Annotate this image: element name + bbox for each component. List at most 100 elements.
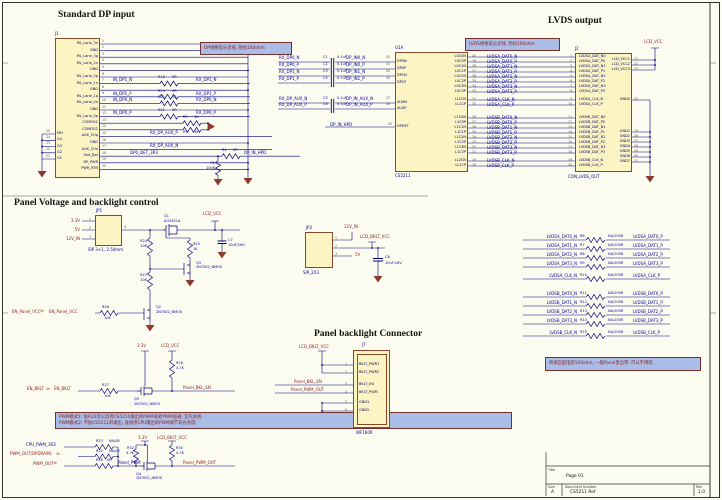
power-label-5v: 5V [355, 251, 361, 257]
pin-number: 26 [472, 125, 477, 129]
pin-number: 21 [472, 150, 477, 154]
pin-number: 15 [102, 131, 107, 135]
net-label: RX_DP_AUX_P [150, 130, 178, 136]
pin-number: 12 [102, 111, 107, 116]
res-val: NA/100R [608, 330, 624, 335]
port-en-panel-vcc[interactable]: EN_Panel_VCC [12, 309, 41, 314]
res-ref: R3 [183, 130, 188, 135]
pin-number: 1 [345, 362, 348, 366]
res-ref: R7 [580, 243, 585, 248]
cap-ref: C5 [323, 95, 328, 100]
res-val: 10K [140, 244, 147, 248]
pin-number: 17 [102, 144, 107, 149]
resistor-zigzag [586, 255, 606, 262]
res-val: 1K [193, 247, 198, 251]
pin-number: 1 [335, 236, 338, 240]
net-label: CPU_PWM_3R3 [26, 441, 56, 447]
j7-refdes: J7 [362, 342, 366, 347]
pin-number: 18 [102, 150, 107, 155]
pin-name: BKLT_PWR1 [359, 362, 380, 366]
pin-number: 19 [472, 158, 477, 162]
res-val: 100K [206, 166, 215, 170]
net-label: LVDSB_DAT1_N [546, 300, 577, 306]
res-val: 1K [194, 130, 199, 135]
net-label: DP_IN0_P [346, 61, 365, 67]
pin-number: 27 [472, 120, 477, 124]
pin-name: G3 [57, 143, 62, 148]
conn-pin-row: LCD_VCC3 23 [545, 67, 645, 73]
pin-number: 1 [102, 38, 105, 43]
pin-number: 10 [102, 98, 107, 102]
pin-number: 23 [634, 67, 639, 71]
conn-pin-row: GND7 31 [545, 159, 645, 165]
pin-number: 44 [386, 68, 391, 73]
pin-number: 24 [472, 135, 477, 139]
net-label: LVDSA_DAT3_P [633, 261, 663, 267]
res-val: NA/100R [608, 261, 624, 266]
power-label: 3.3V [70, 217, 80, 223]
term-row-clkb: LVDSB_CLK_N R15 NA/100R LVDSB_CLK_P [520, 0, 680, 340]
pin-number: 1 [89, 217, 92, 222]
net-label: RX_DP1_N [196, 77, 217, 83]
pin-number: 28 [472, 115, 477, 119]
c7-ref: C7 [228, 237, 233, 242]
net-label: DP_IN1_N [346, 68, 366, 74]
power-label: 12V_IN [66, 235, 80, 241]
net-label: LVDSB_CLK_N [549, 330, 577, 336]
aux-coupling-rows: RX_DP_AUX_N C5 0.1uF DP_IN_AUX_N 47 RX_D… [278, 0, 398, 107]
cap-ref: C4 [323, 75, 328, 80]
pin-number: 23 [472, 140, 477, 144]
port-pwm-out[interactable]: PWM_OUT [33, 461, 53, 466]
res-val: 0R [233, 148, 238, 152]
pin-number: 23 [46, 141, 51, 146]
net-label: LVDSA_CLK_P [487, 102, 515, 107]
pin-number: 9 [102, 91, 105, 96]
pin-number: 47 [386, 95, 391, 100]
pin-number: 5 [345, 400, 348, 404]
section-title-bklt: Panel backlight Connector [314, 329, 423, 339]
res-ref: R17 [102, 382, 109, 387]
term-row: LVDSA_CLK_N R10 NA/100R LVDSA_CLK_P [520, 273, 680, 283]
net-label: IN_DP1_N [113, 77, 133, 83]
pin-number: 4 [102, 58, 105, 63]
port-en-bklt[interactable]: EN_BKLT [27, 386, 44, 391]
pin-number: 42 [386, 54, 391, 59]
net-label: Panel_BKL_EN [294, 379, 322, 385]
net-label: LVDSB_CLK_P [487, 163, 514, 168]
port-pwm-out-od[interactable]: PWM_OUT(OPDRAIN) [10, 452, 52, 456]
pin-number: 3 [89, 235, 92, 240]
net-label: LVDSB_DAT1_P [633, 300, 663, 306]
jp2-partname: SIP_2X3 [303, 270, 319, 275]
pin-name: GND0 [619, 97, 630, 101]
cap-ref: C6 [323, 101, 328, 106]
pin-name: BKLT_EN [359, 382, 374, 386]
res-val: NA/0R [109, 448, 120, 453]
net-label: LVDSB_DAT0_P [633, 291, 663, 297]
res-val: 4.7K [176, 450, 184, 455]
pin-number: 11 [102, 104, 107, 109]
q4-part: 2N7002_NMOS [136, 476, 163, 480]
res-ref: R23 [96, 439, 103, 444]
res-val: NA/100R [608, 273, 624, 278]
jp1-body[interactable] [95, 215, 122, 246]
net-label: LVDSB_DAT2_N [546, 309, 577, 315]
resistor-zigzag [586, 333, 606, 340]
power-flag-lcd-vcc: LCD_VCC [161, 342, 180, 348]
pin-number: 43 [386, 75, 391, 80]
q2-part: 2N7002_NMOS [156, 309, 183, 314]
pin-number: 28 [634, 144, 639, 148]
titleblock-rev-label: Rev [696, 485, 703, 489]
net-label: LVDSB_CLK_P [633, 330, 660, 336]
res-val: 0R [172, 88, 177, 93]
res-val: 4.7K [126, 450, 134, 455]
pin-name: MH [57, 131, 63, 135]
pin-number: 2 [345, 370, 348, 374]
resistor-zigzag [586, 246, 606, 253]
titleblock-size: A [551, 489, 555, 495]
res-ref: R19 [158, 88, 165, 93]
note-pwm-line2: PWM模式2: 不贴CS5211的输出, 直接用CPU输出的PWM调节背光亮度. [59, 420, 197, 426]
net-label: LVDSA_DAT0_P [633, 234, 663, 240]
pin-number: 27 [634, 139, 639, 143]
titleblock-title-label: Title [548, 468, 556, 472]
jp2-body[interactable] [305, 232, 333, 268]
